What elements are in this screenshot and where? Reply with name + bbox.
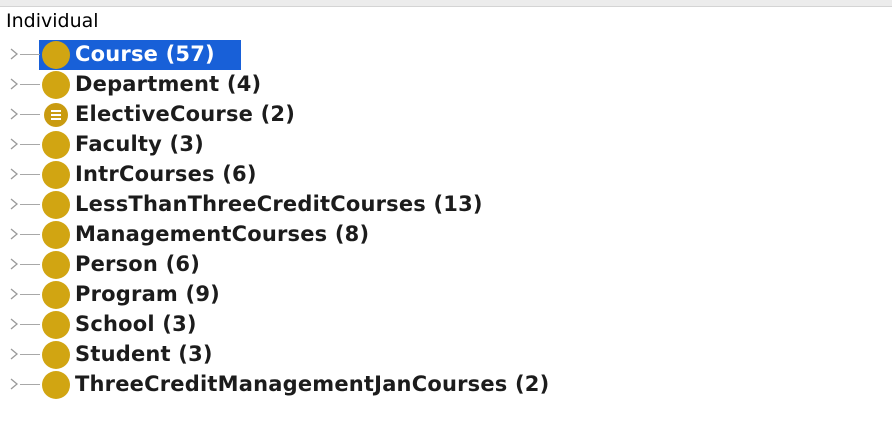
tree-item-student[interactable]: Student (3) xyxy=(0,340,892,370)
tree-item-school[interactable]: School (3) xyxy=(0,310,892,340)
tree-item-electivecourse[interactable]: ElectiveCourse (2) xyxy=(0,100,892,130)
expand-arrow-icon[interactable] xyxy=(7,287,21,301)
expand-arrow-icon[interactable] xyxy=(7,377,21,391)
expand-arrow-icon[interactable] xyxy=(7,197,21,211)
tree-item-course[interactable]: Course (57) xyxy=(0,40,892,70)
tree-connector-line xyxy=(20,114,40,115)
class-circle-icon xyxy=(42,221,70,249)
class-circle-icon xyxy=(42,131,70,159)
tree-connector-line xyxy=(20,204,40,205)
tree-connector-line xyxy=(20,174,40,175)
tree-connector-line xyxy=(20,354,40,355)
class-circle-icon xyxy=(42,341,70,369)
class-tree: Course (57) Department (4) ElectiveCours… xyxy=(0,40,892,400)
tree-item-label: ThreeCreditManagementJanCourses (2) xyxy=(75,372,550,396)
class-circle-icon xyxy=(42,281,70,309)
tree-item-label: IntrCourses (6) xyxy=(75,162,257,186)
expand-arrow-icon[interactable] xyxy=(7,167,21,181)
class-circle-icon xyxy=(42,71,70,99)
tree-connector-line xyxy=(20,84,40,85)
class-circle-icon xyxy=(42,371,70,399)
tree-item-label: Course (57) xyxy=(75,42,215,66)
tree-connector-line xyxy=(20,324,40,325)
tree-item-label: School (3) xyxy=(75,312,197,336)
tree-connector-line xyxy=(20,54,40,55)
tree-item-label: Person (6) xyxy=(75,252,200,276)
tree-root-label[interactable]: Individual xyxy=(6,10,99,32)
tree-connector-line xyxy=(20,384,40,385)
expand-arrow-icon[interactable] xyxy=(7,47,21,61)
class-circle-icon xyxy=(42,311,70,339)
expand-arrow-icon[interactable] xyxy=(7,137,21,151)
tree-item-department[interactable]: Department (4) xyxy=(0,70,892,100)
class-circle-icon xyxy=(42,251,70,279)
class-circle-icon xyxy=(42,41,70,69)
tree-item-label: ElectiveCourse (2) xyxy=(75,102,296,126)
expand-arrow-icon[interactable] xyxy=(7,317,21,331)
tree-item-person[interactable]: Person (6) xyxy=(0,250,892,280)
class-circle-icon xyxy=(42,161,70,189)
tree-item-intrcourses[interactable]: IntrCourses (6) xyxy=(0,160,892,190)
expand-arrow-icon[interactable] xyxy=(7,257,21,271)
tree-connector-line xyxy=(20,144,40,145)
tree-connector-line xyxy=(20,294,40,295)
tree-item-managementcourses[interactable]: ManagementCourses (8) xyxy=(0,220,892,250)
expand-arrow-icon[interactable] xyxy=(7,107,21,121)
class-circle-icon xyxy=(42,191,70,219)
tree-item-lessthanthreecreditcourses[interactable]: LessThanThreeCreditCourses (13) xyxy=(0,190,892,220)
tree-connector-line xyxy=(20,264,40,265)
tree-item-label: ManagementCourses (8) xyxy=(75,222,370,246)
tree-item-program[interactable]: Program (9) xyxy=(0,280,892,310)
tree-item-label: Department (4) xyxy=(75,72,262,96)
tree-item-label: Student (3) xyxy=(75,342,213,366)
tree-item-label: Faculty (3) xyxy=(75,132,204,156)
tree-item-threecreditmanagementjancourses[interactable]: ThreeCreditManagementJanCourses (2) xyxy=(0,370,892,400)
expand-arrow-icon[interactable] xyxy=(7,77,21,91)
tree-item-faculty[interactable]: Faculty (3) xyxy=(0,130,892,160)
expand-arrow-icon[interactable] xyxy=(7,347,21,361)
defined-class-icon xyxy=(44,103,68,127)
tree-item-label: Program (9) xyxy=(75,282,220,306)
expand-arrow-icon[interactable] xyxy=(7,227,21,241)
tree-item-label: LessThanThreeCreditCourses (13) xyxy=(75,192,483,216)
top-border xyxy=(0,0,892,7)
tree-connector-line xyxy=(20,234,40,235)
